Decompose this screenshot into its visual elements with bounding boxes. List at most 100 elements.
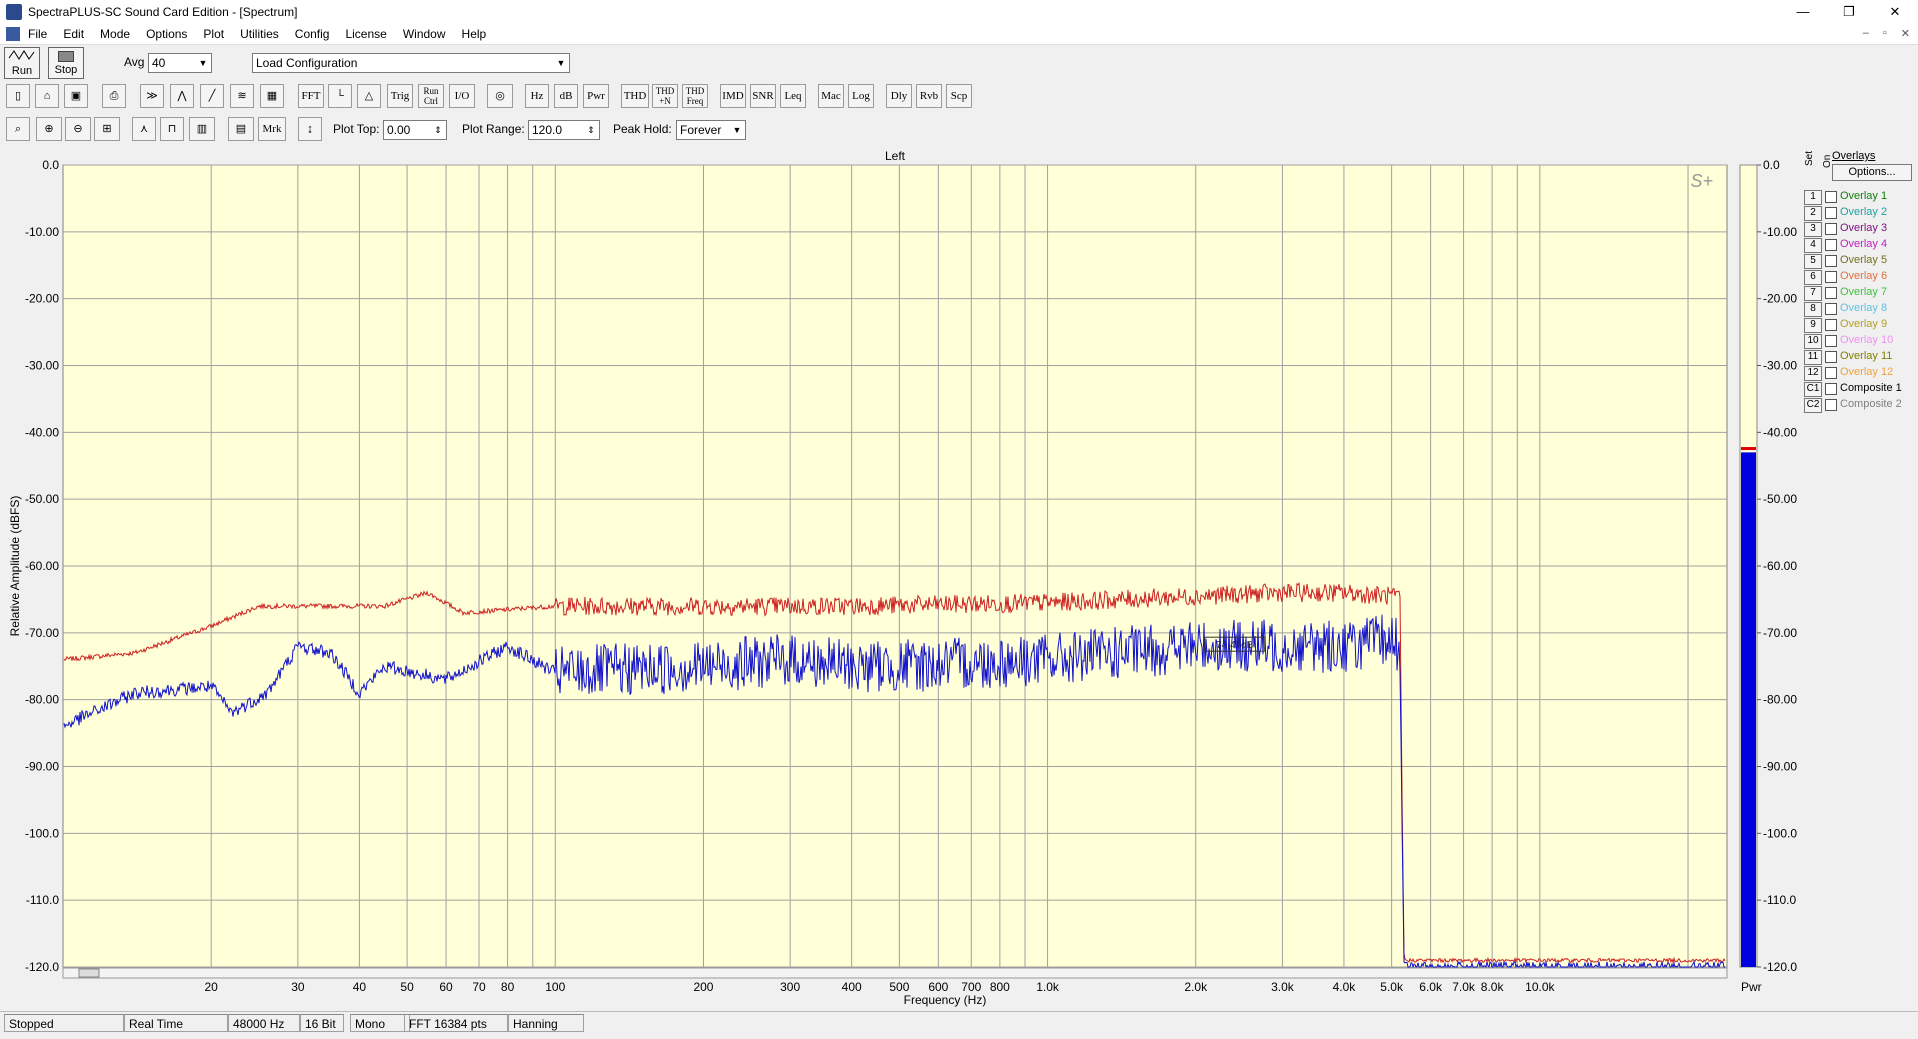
menu-plot[interactable]: Plot bbox=[203, 27, 224, 41]
overlay-on-checkbox[interactable] bbox=[1825, 319, 1837, 331]
zoom-icon[interactable]: ⌕ bbox=[6, 117, 30, 141]
menu-edit[interactable]: Edit bbox=[63, 27, 84, 41]
overlay-set-button[interactable]: 10 bbox=[1804, 334, 1822, 349]
overlay-on-checkbox[interactable] bbox=[1825, 207, 1837, 219]
spinner-icon[interactable]: ⇕ bbox=[431, 122, 445, 138]
overlay-set-button[interactable]: 1 bbox=[1804, 190, 1822, 205]
leq-button[interactable]: Leq bbox=[780, 84, 806, 108]
overlay-on-checkbox[interactable] bbox=[1825, 367, 1837, 379]
plot-top-input[interactable]: 0.00 ⇕ bbox=[383, 120, 447, 140]
overlay-on-checkbox[interactable] bbox=[1825, 303, 1837, 315]
overlay-on-checkbox[interactable] bbox=[1825, 271, 1837, 283]
open-folder-icon[interactable]: ⌂ bbox=[35, 84, 59, 108]
trig-button[interactable]: Trig bbox=[387, 84, 413, 108]
spectrum-chart[interactable]: 0.0 -10.00 -20.00 -30.00 -40.00 -50.00 -60.00 -… bbox=[0, 146, 1918, 1010]
menu-file[interactable]: File bbox=[28, 27, 47, 41]
overlay-on-checkbox[interactable] bbox=[1825, 239, 1837, 251]
spinner-icon[interactable]: ⇕ bbox=[584, 122, 598, 138]
save-icon[interactable]: ▣ bbox=[64, 84, 88, 108]
log-button[interactable]: Log bbox=[848, 84, 874, 108]
menu-options[interactable]: Options bbox=[146, 27, 187, 41]
configuration-select[interactable]: Load Configuration ▼ bbox=[252, 53, 570, 73]
io-button[interactable]: I/O bbox=[449, 84, 475, 108]
overlay-on-checkbox[interactable] bbox=[1825, 191, 1837, 203]
overlay-on-checkbox[interactable] bbox=[1825, 383, 1837, 395]
zoom-full-icon[interactable]: ⊞ bbox=[94, 117, 120, 141]
overlay-set-button[interactable]: 2 bbox=[1804, 206, 1822, 221]
menu-license[interactable]: License bbox=[345, 27, 386, 41]
overlay-on-checkbox[interactable] bbox=[1825, 255, 1837, 267]
minimize-button[interactable]: — bbox=[1780, 0, 1826, 24]
close-button[interactable]: ✕ bbox=[1872, 0, 1918, 24]
restore-button[interactable]: ❐ bbox=[1826, 0, 1872, 24]
horizontal-scrollbar[interactable] bbox=[62, 967, 1728, 979]
menu-config[interactable]: Config bbox=[295, 27, 330, 41]
mdi-close-button[interactable]: ✕ bbox=[1901, 27, 1910, 40]
avg-select[interactable]: 40 ▼ bbox=[148, 53, 212, 73]
overlay-on-checkbox[interactable] bbox=[1825, 399, 1837, 411]
document-icon[interactable] bbox=[6, 27, 20, 41]
scrollbar-thumb[interactable] bbox=[78, 968, 100, 978]
mdi-restore-button[interactable]: ▫ bbox=[1883, 27, 1887, 40]
overlay-set-button[interactable]: C1 bbox=[1804, 382, 1822, 397]
overlay-set-button[interactable]: 3 bbox=[1804, 222, 1822, 237]
new-file-icon[interactable]: ▯ bbox=[6, 84, 30, 108]
spectrogram-icon[interactable]: ▦ bbox=[260, 84, 284, 108]
overlay-set-button[interactable]: C2 bbox=[1804, 398, 1822, 413]
stop-button[interactable]: Stop bbox=[48, 47, 84, 79]
step-plot-icon[interactable]: ⊓ bbox=[160, 117, 184, 141]
thd-n-button[interactable]: THD +N bbox=[652, 84, 678, 108]
overlays-options-button[interactable]: Options... bbox=[1832, 164, 1912, 181]
menu-mode[interactable]: Mode bbox=[100, 27, 130, 41]
overlay-set-button[interactable]: 6 bbox=[1804, 270, 1822, 285]
db-button[interactable]: dB bbox=[554, 84, 578, 108]
snr-button[interactable]: SNR bbox=[750, 84, 776, 108]
overlay-on-checkbox[interactable] bbox=[1825, 351, 1837, 363]
mdi-minimize-button[interactable]: – bbox=[1863, 27, 1869, 40]
hz-button[interactable]: Hz bbox=[525, 84, 549, 108]
zoom-in-icon[interactable]: ⊕ bbox=[36, 117, 62, 141]
dly-button[interactable]: Dly bbox=[886, 84, 912, 108]
fft-button[interactable]: FFT bbox=[298, 84, 324, 108]
imd-button[interactable]: IMD bbox=[720, 84, 746, 108]
pwr-button[interactable]: Pwr bbox=[583, 84, 609, 108]
weighting-icon[interactable]: △ bbox=[357, 84, 381, 108]
overlay-set-button[interactable]: 12 bbox=[1804, 366, 1822, 381]
scp-button[interactable]: Scp bbox=[946, 84, 972, 108]
cursor-icon[interactable]: ↨ bbox=[298, 117, 322, 141]
print-icon[interactable]: ⎙ bbox=[102, 84, 126, 108]
menu-utilities[interactable]: Utilities bbox=[240, 27, 279, 41]
overlay-icon[interactable]: ▤ bbox=[228, 117, 254, 141]
overlay-on-checkbox[interactable] bbox=[1825, 335, 1837, 347]
mrk-button[interactable]: Mrk bbox=[258, 117, 286, 141]
overlay-on-checkbox[interactable] bbox=[1825, 223, 1837, 235]
plot-range-value: 120.0 bbox=[532, 123, 563, 137]
menu-window[interactable]: Window bbox=[403, 27, 446, 41]
plot-range-input[interactable]: 120.0 ⇕ bbox=[528, 120, 600, 140]
run-button[interactable]: Run bbox=[4, 47, 40, 79]
3d-surface-icon[interactable]: ≋ bbox=[230, 84, 254, 108]
overlay-set-button[interactable]: 8 bbox=[1804, 302, 1822, 317]
mac-button[interactable]: Mac bbox=[818, 84, 844, 108]
spectrum-icon[interactable]: ⋀ bbox=[170, 84, 194, 108]
title-bar: SpectraPLUS-SC Sound Card Edition - [Spe… bbox=[0, 0, 1918, 24]
thd-button[interactable]: THD bbox=[621, 84, 649, 108]
axis-icon[interactable]: └ bbox=[328, 84, 352, 108]
zoom-out-icon[interactable]: ⊖ bbox=[65, 117, 91, 141]
overlay-on-checkbox[interactable] bbox=[1825, 287, 1837, 299]
overlay-set-button[interactable]: 7 bbox=[1804, 286, 1822, 301]
overlay-set-button[interactable]: 5 bbox=[1804, 254, 1822, 269]
signal-generator-icon[interactable]: ◎ bbox=[487, 84, 513, 108]
overlay-set-button[interactable]: 4 bbox=[1804, 238, 1822, 253]
rvb-button[interactable]: Rvb bbox=[916, 84, 942, 108]
line-plot-icon[interactable]: ⋏ bbox=[132, 117, 156, 141]
thd-freq-button[interactable]: THD Freq bbox=[682, 84, 708, 108]
run-ctrl-button[interactable]: Run Ctrl bbox=[418, 84, 444, 108]
overlay-set-button[interactable]: 11 bbox=[1804, 350, 1822, 365]
bar-plot-icon[interactable]: ▥ bbox=[189, 117, 215, 141]
time-series-icon[interactable]: ≫ bbox=[140, 84, 164, 108]
peak-hold-select[interactable]: Forever ▼ bbox=[676, 120, 746, 140]
phase-icon[interactable]: ╱ bbox=[200, 84, 224, 108]
menu-help[interactable]: Help bbox=[462, 27, 487, 41]
overlay-set-button[interactable]: 9 bbox=[1804, 318, 1822, 333]
